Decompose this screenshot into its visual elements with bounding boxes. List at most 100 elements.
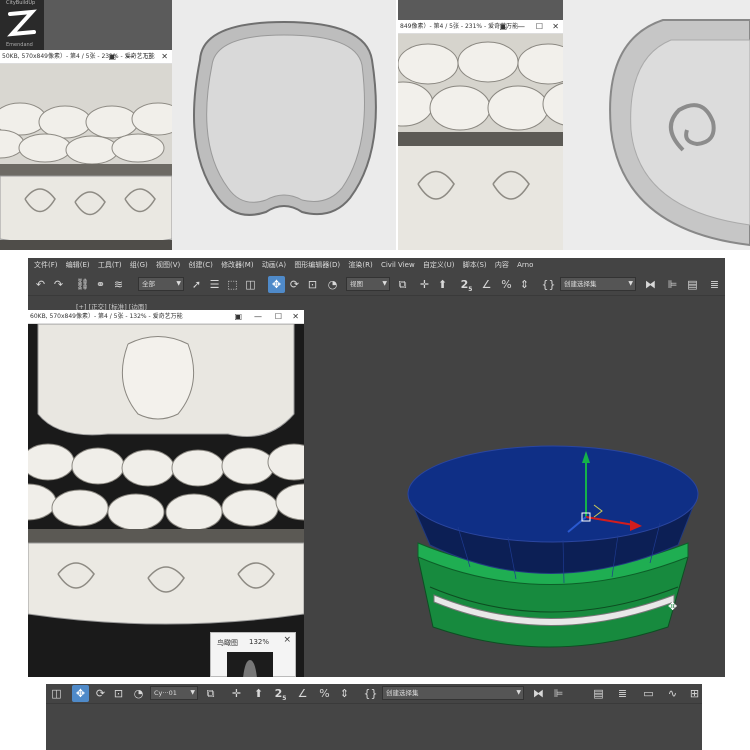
navigator-panel[interactable]: 鸟瞰图 132% × [210,632,296,677]
cylinder-object[interactable] [398,437,718,652]
pin-icon[interactable]: ▣ [234,310,242,323]
minimize-button[interactable]: — [126,50,134,63]
menu-scripting[interactable]: 脚本(S) [463,258,487,273]
layer-explorer-icon[interactable]: ≣ [706,276,723,293]
minimize-button[interactable]: — [254,310,262,323]
menu-animation[interactable]: 动画(A) [262,258,286,273]
rotate-tool-icon[interactable]: ⟳ [286,276,303,293]
statue-photo-3 [28,323,304,677]
menu-tools[interactable]: 工具(T) [98,258,122,273]
menu-group[interactable]: 组(G) [130,258,148,273]
snap-sub-label: 5 [282,695,287,703]
image-viewer-titlebar[interactable]: 50KB, 570x849像素）- 第4 / 5张 - 231% - 爱奇艺万能… [0,50,172,64]
undo-icon[interactable]: ↶ [32,276,49,293]
align-icon[interactable]: ⊫ [664,276,681,293]
placement-icon[interactable]: ◔ [130,685,147,702]
menu-edit[interactable]: 编辑(E) [66,258,90,273]
menu-views[interactable]: 视图(V) [156,258,180,273]
rotate-tool-icon[interactable]: ⟳ [92,685,109,702]
minimize-button[interactable]: — [517,20,525,33]
edit-named-selection-icon[interactable]: {} [540,276,557,293]
menu-customize[interactable]: 自定义(U) [423,258,455,273]
select-by-name-icon[interactable]: ☰ [206,276,223,293]
align-icon[interactable]: ⊫ [550,685,567,702]
select-manipulate-icon[interactable]: ✛ [228,685,245,702]
chevron-down-icon: ▼ [176,280,181,287]
redo-icon[interactable]: ↷ [50,276,67,293]
mirror-icon[interactable]: ⧓ [530,685,547,702]
scale-tool-icon[interactable]: ⊡ [110,685,127,702]
pin-icon[interactable]: ▣ [108,50,116,63]
pivot-center-icon[interactable]: ⧉ [394,276,411,293]
move-cursor-icon: ✥ [668,600,678,613]
menu-graph-editors[interactable]: 图形编辑器(D) [294,258,340,273]
menu-rendering[interactable]: 渲染(R) [348,258,372,273]
keyboard-shortcut-icon[interactable]: ⬆ [434,276,451,293]
bottom-screenshot: ◫ ✥ ⟳ ⊡ ◔ Cy···01 ▼ ⧉ ✛ ⬆ 25 ∠ % ⇕ {} 创建选… [46,684,702,750]
scene-explorer-icon[interactable]: ▤ [684,276,701,293]
mirror-icon[interactable]: ⧓ [642,276,659,293]
top-right-screenshot: 849像素）- 第4 / 5张 - 231% - 爱奇艺万能 ▣ — ☐ ✕ [398,0,750,250]
pin-icon[interactable]: ▣ [499,20,507,33]
edit-named-selection-icon[interactable]: {} [362,685,379,702]
close-button[interactable]: ✕ [292,310,299,323]
snaps-toggle-icon[interactable]: 25 [458,276,475,293]
named-selection-value: 创建选择集 [564,280,597,288]
maximize-button[interactable]: ☐ [536,20,543,33]
image-viewer-titlebar[interactable]: 60KB, 570x849像素）- 第4 / 5张 - 132% - 爱奇艺万能… [28,310,304,324]
menu-file[interactable]: 文件(F) [34,258,58,273]
maximize-button[interactable]: ☐ [145,50,152,63]
window-crossing-icon[interactable]: ◫ [48,685,65,702]
unlink-icon[interactable]: ⚭ [92,276,109,293]
layer-explorer-icon[interactable]: ≣ [614,685,631,702]
angle-snap-icon[interactable]: ∠ [294,685,311,702]
snaps-toggle-icon[interactable]: 25 [272,685,289,702]
scroll-model-view [563,0,750,250]
pivot-center-icon[interactable]: ⧉ [202,685,219,702]
menu-arnold[interactable]: Arno [517,258,533,273]
spinner-snap-icon[interactable]: ⇕ [336,685,353,702]
selection-filter-value: 全部 [142,280,155,288]
image-viewer-window-3[interactable]: 60KB, 570x849像素）- 第4 / 5张 - 132% - 爱奇艺万能… [28,310,304,677]
scale-tool-icon[interactable]: ⊡ [304,276,321,293]
image-viewer-titlebar[interactable]: 849像素）- 第4 / 5张 - 231% - 爱奇艺万能 ▣ — ☐ ✕ [398,20,563,34]
close-button[interactable]: ✕ [552,20,559,33]
angle-snap-icon[interactable]: ∠ [478,276,495,293]
menu-create[interactable]: 创建(C) [188,258,212,273]
image-viewer-window[interactable]: 50KB, 570x849像素）- 第4 / 5张 - 231% - 爱奇艺万能… [0,50,172,250]
schematic-view-icon[interactable]: ⊞ [686,685,702,702]
selection-filter-dropdown[interactable]: 全部 ▼ [138,277,184,291]
named-selection-dropdown[interactable]: 创建选择集 ▼ [560,277,636,291]
menu-content[interactable]: 内容 [495,258,509,273]
navigator-thumbnail[interactable] [227,652,273,677]
close-button[interactable]: ✕ [161,50,168,63]
reference-coordinate-dropdown[interactable]: 视图 ▼ [346,277,390,291]
percent-snap-icon[interactable]: % [316,685,333,702]
image-viewer-window-2[interactable]: 849像素）- 第4 / 5张 - 231% - 爱奇艺万能 ▣ — ☐ ✕ [398,20,563,250]
keyboard-shortcut-icon[interactable]: ⬆ [250,685,267,702]
bind-space-warp-icon[interactable]: ≋ [110,276,127,293]
percent-snap-icon[interactable]: % [498,276,515,293]
logo-glyph-icon [7,9,37,37]
maximize-button[interactable]: ☐ [275,310,282,323]
window-crossing-icon[interactable]: ◫ [242,276,259,293]
statue-photo [0,64,172,250]
rectangular-selection-icon[interactable]: ⬚ [224,276,241,293]
named-selection-dropdown[interactable]: 创建选择集 ▼ [382,686,524,700]
select-object-icon[interactable]: ➚ [188,276,205,293]
reference-coordinate-value: Cy···01 [154,689,177,697]
move-tool-icon[interactable]: ✥ [72,685,89,702]
close-icon[interactable]: × [283,635,291,645]
menu-civil-view[interactable]: Civil View [381,258,415,273]
toolbar-strip: ◫ ✥ ⟳ ⊡ ◔ Cy···01 ▼ ⧉ ✛ ⬆ 25 ∠ % ⇕ {} 创建选… [46,684,702,704]
spinner-snap-icon[interactable]: ⇕ [516,276,533,293]
reference-coordinate-dropdown[interactable]: Cy···01 ▼ [150,686,198,700]
ribbon-icon[interactable]: ▭ [640,685,657,702]
menu-modifiers[interactable]: 修改器(M) [221,258,254,273]
placement-icon[interactable]: ◔ [324,276,341,293]
curve-editor-icon[interactable]: ∿ [664,685,681,702]
scene-explorer-icon[interactable]: ▤ [590,685,607,702]
select-manipulate-icon[interactable]: ✛ [416,276,433,293]
link-icon[interactable]: ⛓ [74,276,91,293]
move-tool-icon[interactable]: ✥ [268,276,285,293]
